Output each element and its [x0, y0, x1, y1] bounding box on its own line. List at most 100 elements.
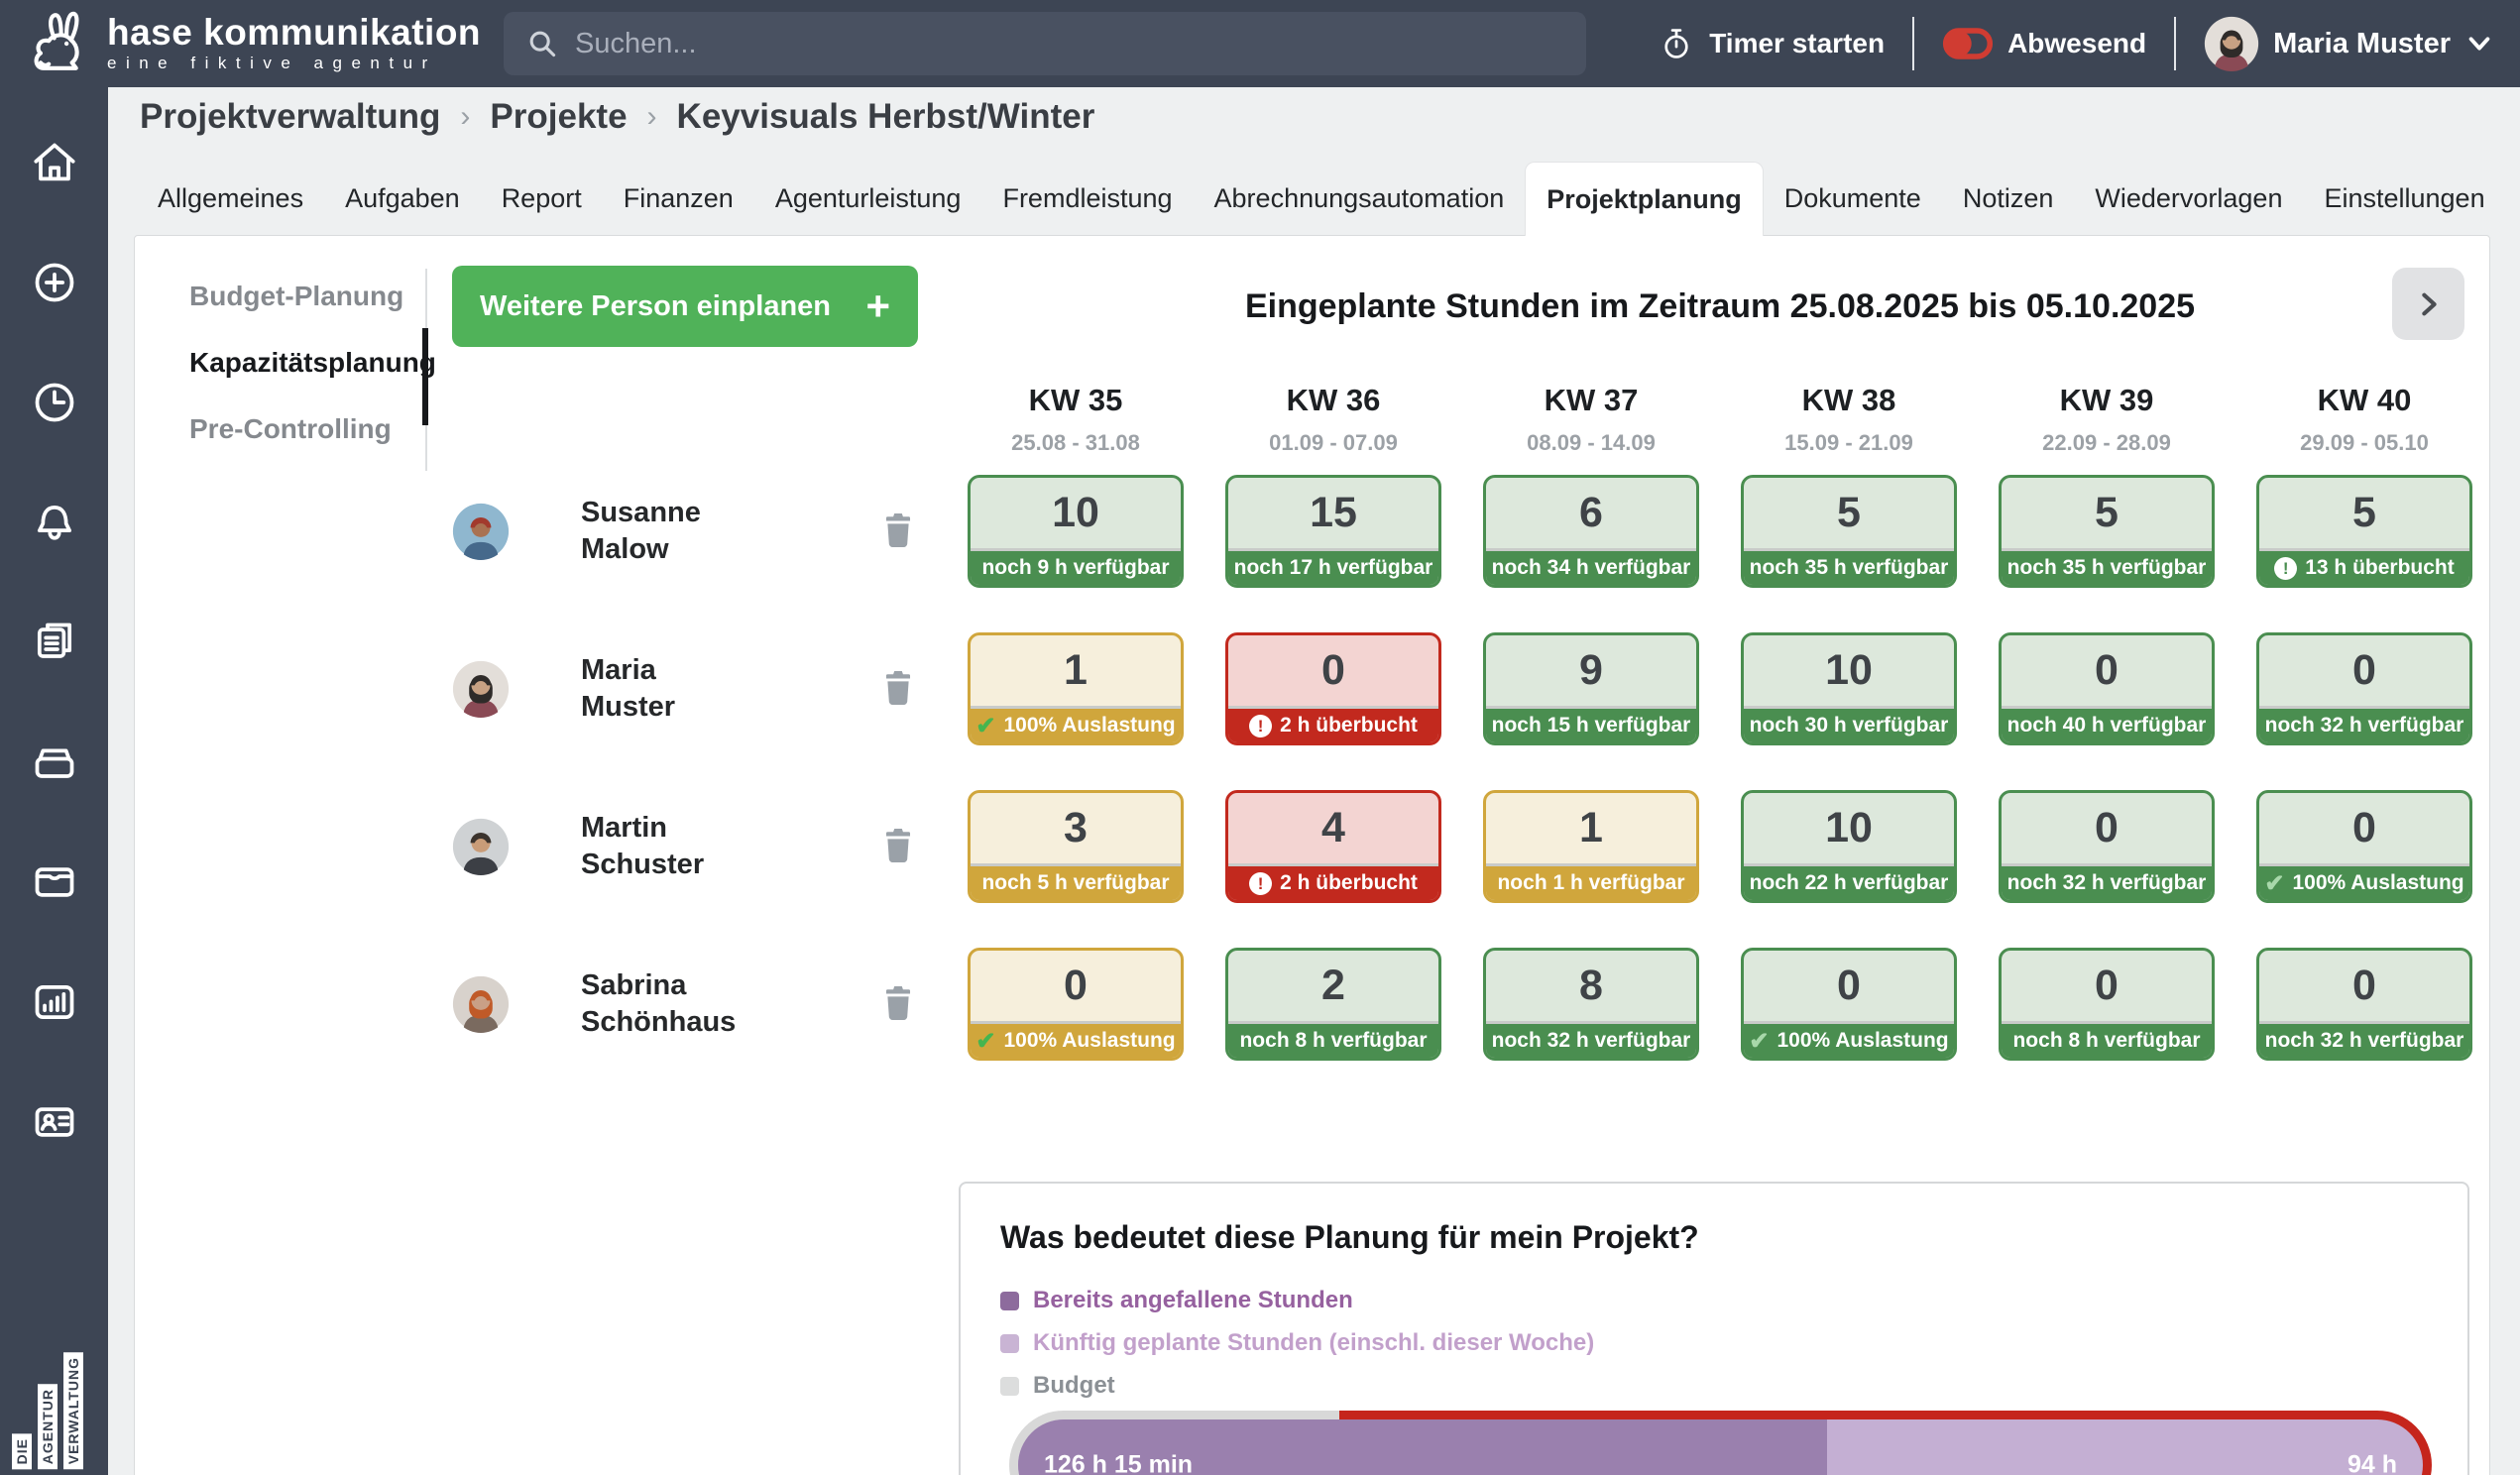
tab-aufgaben[interactable]: Aufgaben: [324, 162, 481, 236]
legend-item-budget: Budget: [1000, 1372, 1594, 1400]
contact-card-icon[interactable]: [27, 1094, 82, 1150]
planned-hours-value: 0: [2002, 793, 2212, 863]
top-bar: hase kommunikation eine fiktive agentur …: [0, 0, 2520, 87]
capacity-cell-kw-39[interactable]: 0noch 40 h verfügbar: [1999, 632, 2215, 745]
breadcrumb-item-projekte[interactable]: Projekte: [490, 97, 627, 137]
plus-circle-icon[interactable]: [27, 255, 82, 310]
subnav-item-kapazit-tsplanung[interactable]: Kapazitätsplanung: [189, 347, 436, 379]
wallet-icon[interactable]: [27, 854, 82, 910]
tab-wiedervorlagen[interactable]: Wiedervorlagen: [2074, 162, 2303, 236]
next-period-button[interactable]: [2392, 268, 2464, 340]
person-week-cells: 0✔100% Auslastung2noch 8 h verfügbar8noc…: [968, 948, 2472, 1061]
add-person-label: Weitere Person einplanen: [480, 290, 865, 323]
week-header-kw-39: KW 3922.09 - 28.09: [1999, 383, 2215, 456]
stopwatch-icon: [1658, 25, 1695, 62]
capacity-cell-kw-37[interactable]: 8noch 32 h verfügbar: [1483, 948, 1699, 1061]
tab-einstellungen[interactable]: Einstellungen: [2303, 162, 2505, 236]
capacity-cell-kw-36[interactable]: 4!2 h überbucht: [1225, 790, 1441, 903]
bell-icon[interactable]: [27, 495, 82, 550]
timer-label: Timer starten: [1709, 28, 1885, 59]
capacity-cell-kw-36[interactable]: 2noch 8 h verfügbar: [1225, 948, 1441, 1061]
cell-status-footer: !2 h überbucht: [1228, 706, 1438, 742]
week-label: KW 36: [1225, 383, 1441, 418]
tab-dokumente[interactable]: Dokumente: [1764, 162, 1942, 236]
subnav-item-pre-controlling[interactable]: Pre-Controlling: [189, 413, 392, 445]
cell-status-label: noch 22 h verfügbar: [1750, 871, 1949, 895]
capacity-cell-kw-38[interactable]: 10noch 22 h verfügbar: [1741, 790, 1957, 903]
search-input[interactable]: [575, 28, 1564, 60]
planned-hours-value: 0: [2002, 635, 2212, 706]
brand-name: hase kommunikation: [107, 13, 481, 53]
planned-hours-value: 5: [1744, 478, 1954, 548]
breadcrumb-item-projektverwaltung[interactable]: Projektverwaltung: [140, 97, 440, 137]
capacity-cell-kw-40[interactable]: 0noch 32 h verfügbar: [2256, 632, 2472, 745]
planned-hours-value: 2: [1228, 951, 1438, 1021]
capacity-cell-kw-39[interactable]: 0noch 32 h verfügbar: [1999, 790, 2215, 903]
capacity-cell-kw-39[interactable]: 0noch 8 h verfügbar: [1999, 948, 2215, 1061]
tab-abrechnungsautomation[interactable]: Abrechnungsautomation: [1194, 162, 1526, 236]
add-person-button[interactable]: Weitere Person einplanen +: [452, 266, 918, 347]
cell-status-label: noch 34 h verfügbar: [1492, 556, 1691, 580]
week-headers: KW 3525.08 - 31.08KW 3601.09 - 07.09KW 3…: [968, 383, 2472, 456]
clock-icon[interactable]: [27, 375, 82, 430]
bar-chart-icon[interactable]: [27, 974, 82, 1030]
timer-start-button[interactable]: Timer starten: [1658, 25, 1885, 62]
capacity-cell-kw-37[interactable]: 9noch 15 h verfügbar: [1483, 632, 1699, 745]
tab-allgemeines[interactable]: Allgemeines: [137, 162, 324, 236]
app-logo[interactable]: hase kommunikation eine fiktive agentur: [28, 11, 481, 76]
storage-box-icon[interactable]: [27, 735, 82, 790]
subnav-item-budget-planung[interactable]: Budget-Planung: [189, 281, 403, 312]
capacity-cell-kw-38[interactable]: 5noch 35 h verfügbar: [1741, 475, 1957, 588]
global-search[interactable]: [504, 12, 1586, 75]
presence-toggle-icon: [1942, 27, 1994, 60]
tab-projektplanung[interactable]: Projektplanung: [1525, 162, 1764, 236]
week-header-kw-38: KW 3815.09 - 21.09: [1741, 383, 1957, 456]
trash-icon: [883, 985, 913, 1021]
plus-icon: +: [865, 285, 890, 327]
user-menu[interactable]: Maria Muster: [2204, 16, 2494, 71]
remove-person-button[interactable]: [880, 827, 916, 866]
capacity-cell-kw-35[interactable]: 10noch 9 h verfügbar: [968, 475, 1184, 588]
capacity-cell-kw-39[interactable]: 5noch 35 h verfügbar: [1999, 475, 2215, 588]
person-week-cells: 1✔100% Auslastung0!2 h überbucht9noch 15…: [968, 632, 2472, 745]
capacity-cell-kw-36[interactable]: 0!2 h überbucht: [1225, 632, 1441, 745]
cell-status-label: noch 35 h verfügbar: [2007, 556, 2207, 580]
week-label: KW 38: [1741, 383, 1957, 418]
tab-finanzen[interactable]: Finanzen: [603, 162, 754, 236]
home-icon[interactable]: [27, 135, 82, 190]
cell-status-label: noch 8 h verfügbar: [2012, 1029, 2200, 1053]
capacity-cell-kw-36[interactable]: 15noch 17 h verfügbar: [1225, 475, 1441, 588]
legend: Bereits angefallene StundenKünftig gepla…: [1000, 1287, 1594, 1400]
week-label: KW 35: [968, 383, 1184, 418]
capacity-cell-kw-38[interactable]: 10noch 30 h verfügbar: [1741, 632, 1957, 745]
copy-docs-icon[interactable]: [27, 615, 82, 670]
capacity-cell-kw-37[interactable]: 6noch 34 h verfügbar: [1483, 475, 1699, 588]
alert-icon: !: [1249, 872, 1272, 895]
week-header-kw-37: KW 3708.09 - 14.09: [1483, 383, 1699, 456]
budget-bar-track: 126 h 15 min 94 h: [1018, 1419, 2423, 1475]
check-icon: ✔: [2264, 869, 2284, 898]
presence-toggle[interactable]: Abwesend: [1942, 27, 2146, 60]
tab-report[interactable]: Report: [481, 162, 603, 236]
remove-person-button[interactable]: [880, 984, 916, 1024]
remove-person-button[interactable]: [880, 669, 916, 709]
capacity-cell-kw-40[interactable]: 0✔100% Auslastung: [2256, 790, 2472, 903]
tab-notizen[interactable]: Notizen: [1942, 162, 2075, 236]
capacity-cell-kw-35[interactable]: 0✔100% Auslastung: [968, 948, 1184, 1061]
legend-label: Budget: [1033, 1372, 1115, 1400]
legend-swatch: [1000, 1377, 1019, 1396]
check-icon: ✔: [975, 712, 995, 740]
cell-status-footer: noch 1 h verfügbar: [1486, 863, 1696, 900]
breadcrumb: Projektverwaltung›Projekte›Keyvisuals He…: [140, 97, 1094, 137]
capacity-cell-kw-38[interactable]: 0✔100% Auslastung: [1741, 948, 1957, 1061]
capacity-cell-kw-35[interactable]: 1✔100% Auslastung: [968, 632, 1184, 745]
capacity-cell-kw-40[interactable]: 5!13 h überbucht: [2256, 475, 2472, 588]
capacity-cell-kw-35[interactable]: 3noch 5 h verfügbar: [968, 790, 1184, 903]
capacity-cell-kw-37[interactable]: 1noch 1 h verfügbar: [1483, 790, 1699, 903]
tab-fremdleistung[interactable]: Fremdleistung: [981, 162, 1193, 236]
breadcrumb-separator: ›: [647, 100, 657, 134]
remove-person-button[interactable]: [880, 511, 916, 551]
week-header-kw-35: KW 3525.08 - 31.08: [968, 383, 1184, 456]
capacity-cell-kw-40[interactable]: 0noch 32 h verfügbar: [2256, 948, 2472, 1061]
tab-agenturleistung[interactable]: Agenturleistung: [754, 162, 982, 236]
